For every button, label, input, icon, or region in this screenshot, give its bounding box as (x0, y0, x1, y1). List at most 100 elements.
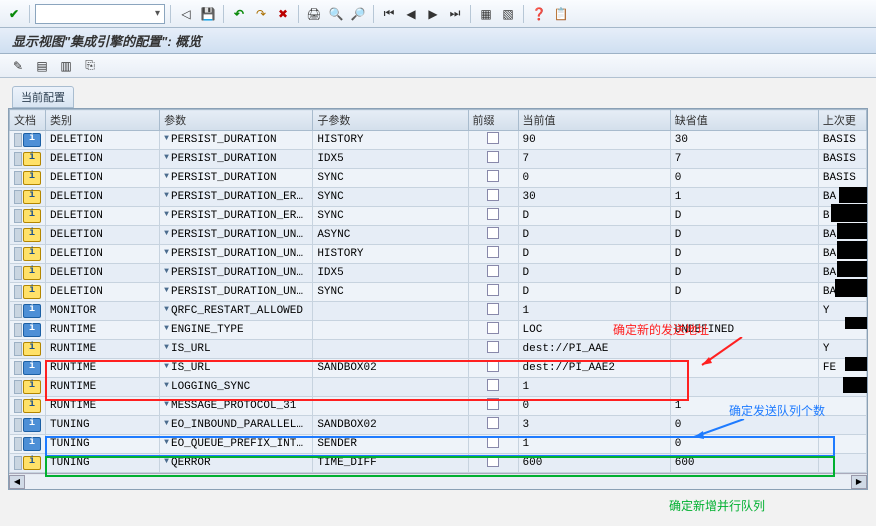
cell-current[interactable]: D (518, 207, 670, 226)
cell-category[interactable]: DELETION (46, 264, 160, 283)
cell-default[interactable]: D (670, 245, 818, 264)
cell-param[interactable]: ▼MESSAGE_PROTOCOL_31 (160, 397, 313, 416)
last-page-icon[interactable]: ⏭ (445, 4, 465, 24)
cell-category[interactable]: MONITOR (46, 302, 160, 321)
dropdown-icon[interactable]: ▼ (164, 229, 169, 238)
cell-subparam[interactable] (313, 321, 468, 340)
cell-param[interactable]: ▼PERSIST_DURATION (160, 131, 313, 150)
info-icon[interactable] (23, 399, 41, 413)
info-icon[interactable] (23, 380, 41, 394)
cell-subparam[interactable]: HISTORY (313, 245, 468, 264)
cell-param[interactable]: ▼PERSIST_DURATION_ER… (160, 207, 313, 226)
cell-category[interactable]: RUNTIME (46, 378, 160, 397)
cell-current[interactable]: 0 (518, 397, 670, 416)
col-prefix[interactable]: 前缀 (468, 110, 518, 131)
col-category[interactable]: 类别 (46, 110, 160, 131)
info-icon[interactable] (23, 247, 41, 261)
cell-category[interactable]: TUNING (46, 416, 160, 435)
info-icon[interactable] (23, 152, 41, 166)
dropdown-icon[interactable]: ▼ (164, 362, 169, 371)
cell-prefix[interactable] (468, 397, 518, 416)
table-row[interactable]: DELETION▼PERSIST_DURATION_UN…ASYNCDDBA (10, 226, 867, 245)
cell-category[interactable]: DELETION (46, 150, 160, 169)
info-icon[interactable] (23, 418, 41, 432)
row-handle[interactable] (14, 399, 22, 413)
row-handle[interactable] (14, 285, 22, 299)
command-combo[interactable]: ▾ (35, 4, 165, 24)
cell-prefix[interactable] (468, 359, 518, 378)
checkbox-icon[interactable] (487, 132, 499, 144)
copy-icon[interactable]: ⎘ (80, 56, 100, 76)
cell-subparam[interactable] (313, 397, 468, 416)
cell-subparam[interactable]: SANDBOX02 (313, 359, 468, 378)
dropdown-icon[interactable]: ▼ (164, 210, 169, 219)
cell-param[interactable]: ▼EO_INBOUND_PARALLEL… (160, 416, 313, 435)
cell-param[interactable]: ▼PERSIST_DURATION_UN… (160, 226, 313, 245)
table-row[interactable]: DELETION▼PERSIST_DURATION_UN…SYNCDDBA (10, 283, 867, 302)
cell-param[interactable]: ▼PERSIST_DURATION_UN… (160, 264, 313, 283)
cell-category[interactable]: DELETION (46, 131, 160, 150)
cancel-icon[interactable]: ✖ (273, 4, 293, 24)
cell-subparam[interactable]: SENDER (313, 435, 468, 454)
col-param[interactable]: 参数 (160, 110, 313, 131)
cell-prefix[interactable] (468, 283, 518, 302)
col-doc[interactable]: 文档 (10, 110, 46, 131)
cell-default[interactable]: D (670, 264, 818, 283)
save-icon[interactable]: 💾 (198, 4, 218, 24)
table-row[interactable]: DELETION▼PERSIST_DURATIONIDX577BASIS (10, 150, 867, 169)
cell-default[interactable]: 1 (670, 188, 818, 207)
cell-last[interactable] (818, 435, 866, 454)
cell-category[interactable]: DELETION (46, 283, 160, 302)
cell-subparam[interactable]: ASYNC (313, 226, 468, 245)
cell-default[interactable]: 30 (670, 131, 818, 150)
cell-current[interactable]: 90 (518, 131, 670, 150)
row-handle[interactable] (14, 323, 22, 337)
customize-icon[interactable]: 📋 (551, 4, 571, 24)
cell-current[interactable]: 1 (518, 378, 670, 397)
dropdown-icon[interactable]: ▼ (164, 286, 169, 295)
scroll-right-icon[interactable]: ▶ (851, 475, 867, 489)
cell-category[interactable]: RUNTIME (46, 321, 160, 340)
checkbox-icon[interactable] (487, 322, 499, 334)
cell-prefix[interactable] (468, 169, 518, 188)
info-icon[interactable] (23, 266, 41, 280)
cell-subparam[interactable]: SYNC (313, 188, 468, 207)
table-row[interactable]: TUNING▼QERRORTIME_DIFF600600 (10, 454, 867, 473)
cell-param[interactable]: ▼QRFC_RESTART_ALLOWED (160, 302, 313, 321)
session-icon[interactable]: ▧ (498, 4, 518, 24)
cell-subparam[interactable]: IDX5 (313, 150, 468, 169)
dropdown-icon[interactable]: ▼ (164, 457, 169, 466)
checkbox-icon[interactable] (487, 436, 499, 448)
info-icon[interactable] (23, 171, 41, 185)
checkbox-icon[interactable] (487, 303, 499, 315)
table-row[interactable]: DELETION▼PERSIST_DURATION_ER…SYNC301BA (10, 188, 867, 207)
cell-prefix[interactable] (468, 150, 518, 169)
checkbox-icon[interactable] (487, 170, 499, 182)
info-icon[interactable] (23, 285, 41, 299)
table-row[interactable]: DELETION▼PERSIST_DURATIONSYNC00BASIS (10, 169, 867, 188)
table-row[interactable]: DELETION▼PERSIST_DURATION_ER…SYNCDDB (10, 207, 867, 226)
cell-category[interactable]: RUNTIME (46, 359, 160, 378)
cell-prefix[interactable] (468, 245, 518, 264)
cell-prefix[interactable] (468, 321, 518, 340)
row-handle[interactable] (14, 361, 22, 375)
row-handle[interactable] (14, 133, 22, 147)
prev-page-icon[interactable]: ◀ (401, 4, 421, 24)
cell-current[interactable]: 1 (518, 302, 670, 321)
row-handle[interactable] (14, 380, 22, 394)
table-row[interactable]: DELETION▼PERSIST_DURATIONHISTORY9030BASI… (10, 131, 867, 150)
cell-param[interactable]: ▼LOGGING_SYNC (160, 378, 313, 397)
checkbox-icon[interactable] (487, 341, 499, 353)
print-icon[interactable]: 🖨 (304, 4, 324, 24)
cell-prefix[interactable] (468, 454, 518, 473)
checkbox-icon[interactable] (487, 455, 499, 467)
cell-current[interactable]: D (518, 264, 670, 283)
cell-last[interactable]: Y (818, 340, 866, 359)
dropdown-icon[interactable]: ▼ (164, 267, 169, 276)
cell-current[interactable]: 600 (518, 454, 670, 473)
row-handle[interactable] (14, 209, 22, 223)
dropdown-icon[interactable]: ▼ (164, 134, 169, 143)
cell-subparam[interactable]: SANDBOX02 (313, 416, 468, 435)
cell-prefix[interactable] (468, 188, 518, 207)
dropdown-icon[interactable]: ▼ (164, 172, 169, 181)
